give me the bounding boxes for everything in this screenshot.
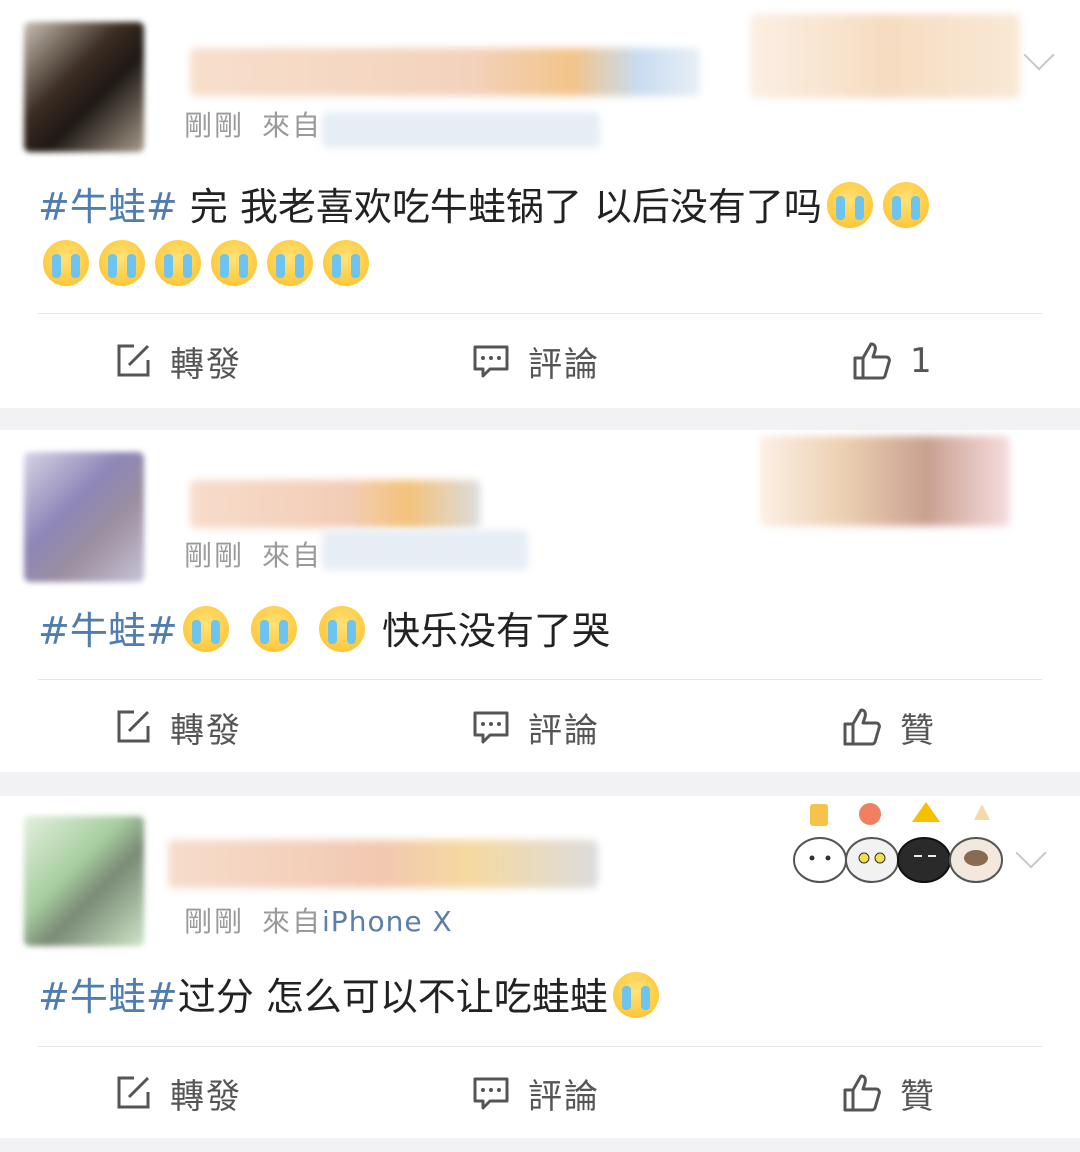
post-content: #牛蛙# 快乐没有了哭 bbox=[38, 602, 1000, 660]
username[interactable] bbox=[168, 840, 598, 888]
post-text: 过分 怎么可以不让吃蛙蛙 bbox=[177, 975, 608, 1019]
post-source: 來自 bbox=[262, 539, 323, 572]
comment-label: 評論 bbox=[528, 344, 600, 385]
repost-icon bbox=[117, 1076, 150, 1109]
post-card: 剛剛 來自iPhone X #牛蛙#过分 怎么可以不让吃蛙蛙 轉發 評論 贊 bbox=[0, 796, 1080, 1138]
crying-face-icon bbox=[612, 972, 659, 1018]
post-text: 完 我老喜欢吃牛蛙锅了 以后没有了吗 bbox=[177, 185, 822, 229]
comment-icon bbox=[473, 345, 509, 378]
repost-icon bbox=[117, 710, 150, 743]
crying-face-icon bbox=[99, 240, 145, 286]
post-card: 剛剛 來自 #牛蛙# 快乐没有了哭 轉發 評論 贊 bbox=[0, 430, 1080, 772]
comment-button[interactable]: 評論 bbox=[472, 1068, 600, 1118]
source-device bbox=[322, 530, 528, 570]
like-count: 1 bbox=[910, 341, 934, 381]
comment-icon bbox=[473, 1077, 509, 1110]
crying-face-icon bbox=[826, 182, 873, 228]
post-source: 來自 bbox=[262, 905, 323, 938]
like-button[interactable]: 贊 bbox=[842, 1068, 936, 1118]
crying-face-icon bbox=[267, 240, 313, 286]
crying-face-icon bbox=[250, 606, 297, 652]
crying-face-icon bbox=[211, 240, 257, 286]
like-label: 贊 bbox=[900, 1076, 936, 1117]
like-button[interactable]: 1 bbox=[852, 336, 934, 386]
post-source: 來自 bbox=[262, 109, 323, 142]
comment-icon bbox=[473, 711, 509, 744]
like-button[interactable]: 贊 bbox=[842, 702, 936, 752]
sticker-badge-icon bbox=[793, 802, 1003, 883]
repost-button[interactable]: 轉發 bbox=[114, 1068, 242, 1118]
post-time: 剛剛 bbox=[184, 905, 245, 938]
divider bbox=[38, 313, 1042, 314]
repost-label: 轉發 bbox=[170, 344, 242, 385]
post-meta: 剛剛 來自iPhone X bbox=[184, 900, 453, 940]
hashtag-link[interactable]: #牛蛙# bbox=[38, 185, 178, 229]
divider bbox=[38, 1046, 1042, 1047]
post-meta: 剛剛 來自 bbox=[184, 104, 322, 144]
thumbs-up-icon bbox=[853, 342, 891, 380]
repost-button[interactable]: 轉發 bbox=[114, 336, 242, 386]
post-text: 快乐没有了哭 bbox=[381, 609, 610, 653]
crying-face-icon bbox=[182, 606, 229, 652]
crying-face-icon bbox=[155, 240, 201, 286]
comment-label: 評論 bbox=[528, 1076, 600, 1117]
post-meta: 剛剛 來自 bbox=[184, 534, 322, 574]
repost-label: 轉發 bbox=[170, 1076, 242, 1117]
member-badge bbox=[750, 14, 1020, 98]
post-content: #牛蛙# 完 我老喜欢吃牛蛙锅了 以后没有了吗 bbox=[38, 178, 1000, 294]
like-label: 贊 bbox=[900, 710, 936, 751]
chevron-down-icon[interactable] bbox=[1023, 39, 1055, 71]
post-card: 剛剛 來自 #牛蛙# 完 我老喜欢吃牛蛙锅了 以后没有了吗 轉發 評論 1 bbox=[0, 0, 1080, 408]
thumbs-up-icon bbox=[843, 708, 881, 746]
post-time: 剛剛 bbox=[184, 539, 245, 572]
comment-label: 評論 bbox=[528, 710, 600, 751]
source-device bbox=[322, 112, 600, 148]
divider bbox=[38, 679, 1042, 680]
repost-label: 轉發 bbox=[170, 710, 242, 751]
member-badge bbox=[760, 436, 1010, 526]
hashtag-link[interactable]: #牛蛙# bbox=[38, 975, 178, 1019]
post-content: #牛蛙#过分 怎么可以不让吃蛙蛙 bbox=[38, 968, 1000, 1026]
repost-icon bbox=[117, 344, 150, 377]
crying-face-icon bbox=[318, 606, 365, 652]
avatar[interactable] bbox=[24, 452, 144, 582]
username[interactable] bbox=[190, 480, 480, 528]
comment-button[interactable]: 評論 bbox=[472, 336, 600, 386]
crying-face-icon bbox=[882, 182, 929, 228]
username[interactable] bbox=[190, 48, 700, 96]
post-time: 剛剛 bbox=[184, 109, 245, 142]
crying-face-icon bbox=[323, 240, 369, 286]
avatar[interactable] bbox=[24, 22, 144, 152]
thumbs-up-icon bbox=[843, 1074, 881, 1112]
comment-button[interactable]: 評論 bbox=[472, 702, 600, 752]
chevron-down-icon[interactable] bbox=[1015, 837, 1047, 869]
repost-button[interactable]: 轉發 bbox=[114, 702, 242, 752]
hashtag-link[interactable]: #牛蛙# bbox=[38, 609, 178, 653]
post-device: iPhone X bbox=[322, 905, 453, 938]
crying-face-icon bbox=[43, 240, 89, 286]
avatar[interactable] bbox=[24, 816, 144, 946]
